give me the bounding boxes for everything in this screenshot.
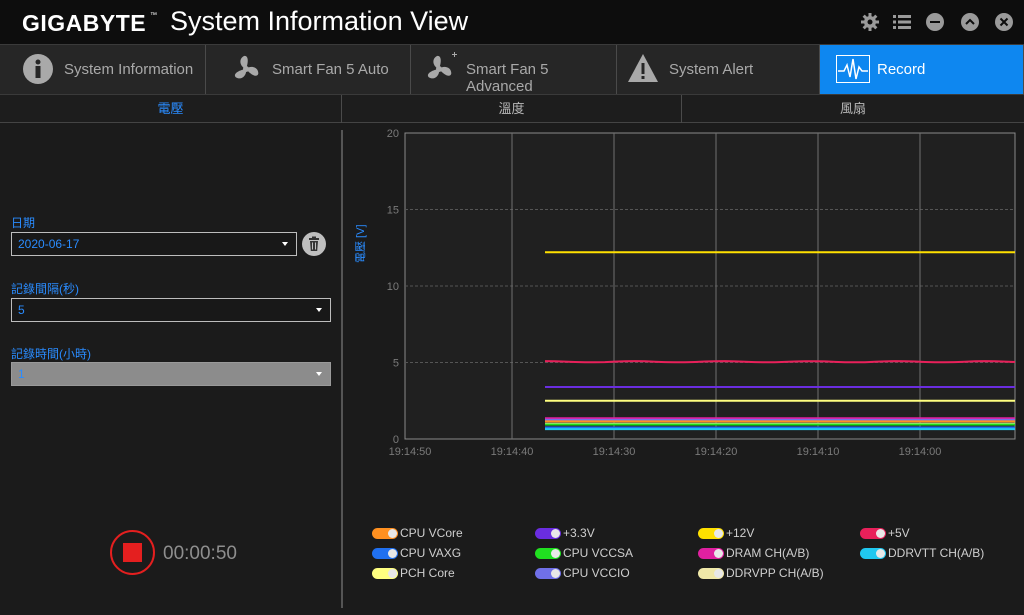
list-icon[interactable] — [892, 12, 912, 32]
legend-label: PCH Core — [400, 566, 455, 580]
warning-icon — [628, 54, 658, 82]
legend-label: DDRVPP CH(A/B) — [726, 566, 824, 580]
x-tick-label: 19:14:30 — [593, 446, 636, 458]
toggle-knob — [714, 569, 723, 578]
voltage-chart: 0 5 10 15 20 19:14:50 19:14:40 19:14:30 19:14:20… — [387, 128, 1016, 458]
legend-label: CPU VCore — [400, 526, 463, 540]
trash-icon[interactable] — [302, 232, 326, 256]
panel-divider — [341, 130, 343, 608]
tab-record[interactable]: Record — [820, 45, 1024, 94]
tab-system-information[interactable]: System Information — [0, 45, 206, 94]
series-toggle[interactable] — [860, 528, 886, 539]
chevron-down-icon — [282, 242, 288, 246]
legend-label: CPU VAXG — [400, 546, 462, 560]
tab-label: Smart Fan 5 Advanced — [466, 61, 549, 95]
y-tick-label: 20 — [387, 128, 399, 140]
toggle-knob — [551, 569, 560, 578]
y-tick-label: 15 — [387, 205, 399, 217]
toggle-knob — [388, 549, 397, 558]
waveform-icon — [836, 55, 870, 83]
legend-label: DRAM CH(A/B) — [726, 546, 810, 560]
duration-value: 1 — [18, 367, 25, 381]
x-tick-label: 19:14:40 — [491, 446, 534, 458]
date-value: 2020-06-17 — [18, 237, 80, 251]
tab-label: Smart Fan 5 Auto — [272, 61, 389, 78]
sub-tab-bar: 電壓 溫度 風扇 — [0, 94, 1024, 123]
fan-plus-icon — [427, 52, 457, 79]
minimize-icon[interactable] — [925, 12, 945, 32]
close-icon[interactable] — [994, 12, 1014, 32]
collapse-icon[interactable] — [960, 12, 980, 32]
tab-system-alert[interactable]: System Alert — [617, 45, 820, 94]
chevron-down-icon — [316, 308, 322, 312]
interval-value: 5 — [18, 303, 25, 317]
tab-voltage[interactable]: 電壓 — [0, 95, 342, 123]
x-tick-label: 19:14:50 — [389, 446, 432, 458]
toggle-knob — [551, 529, 560, 538]
app-title: System Information View — [170, 6, 469, 36]
tab-fan[interactable]: 風扇 — [682, 95, 1024, 123]
interval-select[interactable]: 5 — [11, 298, 331, 322]
date-select[interactable]: 2020-06-17 — [11, 232, 297, 256]
legend-label: DDRVTT CH(A/B) — [888, 546, 985, 560]
x-tick-label: 19:14:10 — [797, 446, 840, 458]
tab-temperature[interactable]: 溫度 — [342, 95, 682, 123]
chevron-down-icon — [316, 372, 322, 376]
series-toggle[interactable] — [698, 568, 724, 579]
toggle-knob — [388, 529, 397, 538]
duration-label: 記錄時間(小時) — [11, 347, 91, 361]
legend-label: +3.3V — [563, 526, 595, 540]
toggle-knob — [714, 529, 723, 538]
fan-icon — [234, 55, 259, 79]
toggle-knob — [876, 529, 885, 538]
title-bar: GIGABYTE ™ System Information View — [0, 0, 1024, 44]
series-toggle[interactable] — [372, 528, 398, 539]
legend-label: CPU VCCSA — [563, 546, 634, 560]
tab-label: Record — [877, 61, 926, 78]
legend-label: +12V — [726, 526, 755, 540]
duration-select[interactable]: 1 — [11, 362, 331, 386]
toggle-knob — [876, 549, 885, 558]
main-tab-bar: System Information Smart Fan 5 Auto Smar… — [0, 44, 1024, 95]
gear-icon[interactable] — [860, 12, 880, 32]
legend-label: CPU VCCIO — [563, 566, 630, 580]
tab-label: System Information — [64, 61, 194, 78]
info-icon — [23, 54, 53, 84]
stop-icon — [123, 543, 142, 562]
series-toggle[interactable] — [698, 528, 724, 539]
date-label: 日期 — [11, 216, 36, 230]
record-stop-button[interactable] — [110, 530, 155, 575]
interval-label: 記錄間隔(秒) — [11, 282, 79, 296]
series-toggle[interactable] — [535, 528, 561, 539]
tab-label: System Alert — [669, 61, 754, 78]
series-toggle[interactable] — [372, 568, 398, 579]
series-toggle[interactable] — [535, 568, 561, 579]
toggle-knob — [714, 549, 723, 558]
tab-smart-fan-auto[interactable]: Smart Fan 5 Auto — [206, 45, 411, 94]
series-toggle[interactable] — [698, 548, 724, 559]
x-tick-label: 19:14:00 — [899, 446, 942, 458]
y-tick-label: 10 — [387, 281, 399, 293]
toggle-knob — [551, 549, 560, 558]
y-tick-label: 5 — [393, 358, 399, 370]
record-timer: 00:00:50 — [163, 543, 237, 564]
legend-label: +5V — [888, 526, 910, 540]
tab-smart-fan-advanced[interactable]: Smart Fan 5 Advanced — [411, 45, 617, 95]
y-tick-label: 0 — [393, 434, 399, 446]
x-tick-label: 19:14:20 — [695, 446, 738, 458]
brand-logo: GIGABYTE — [22, 10, 147, 36]
series-toggle[interactable] — [860, 548, 886, 559]
brand-trademark: ™ — [150, 12, 157, 19]
series-toggle[interactable] — [535, 548, 561, 559]
toggle-knob — [388, 569, 397, 578]
series-toggle[interactable] — [372, 548, 398, 559]
